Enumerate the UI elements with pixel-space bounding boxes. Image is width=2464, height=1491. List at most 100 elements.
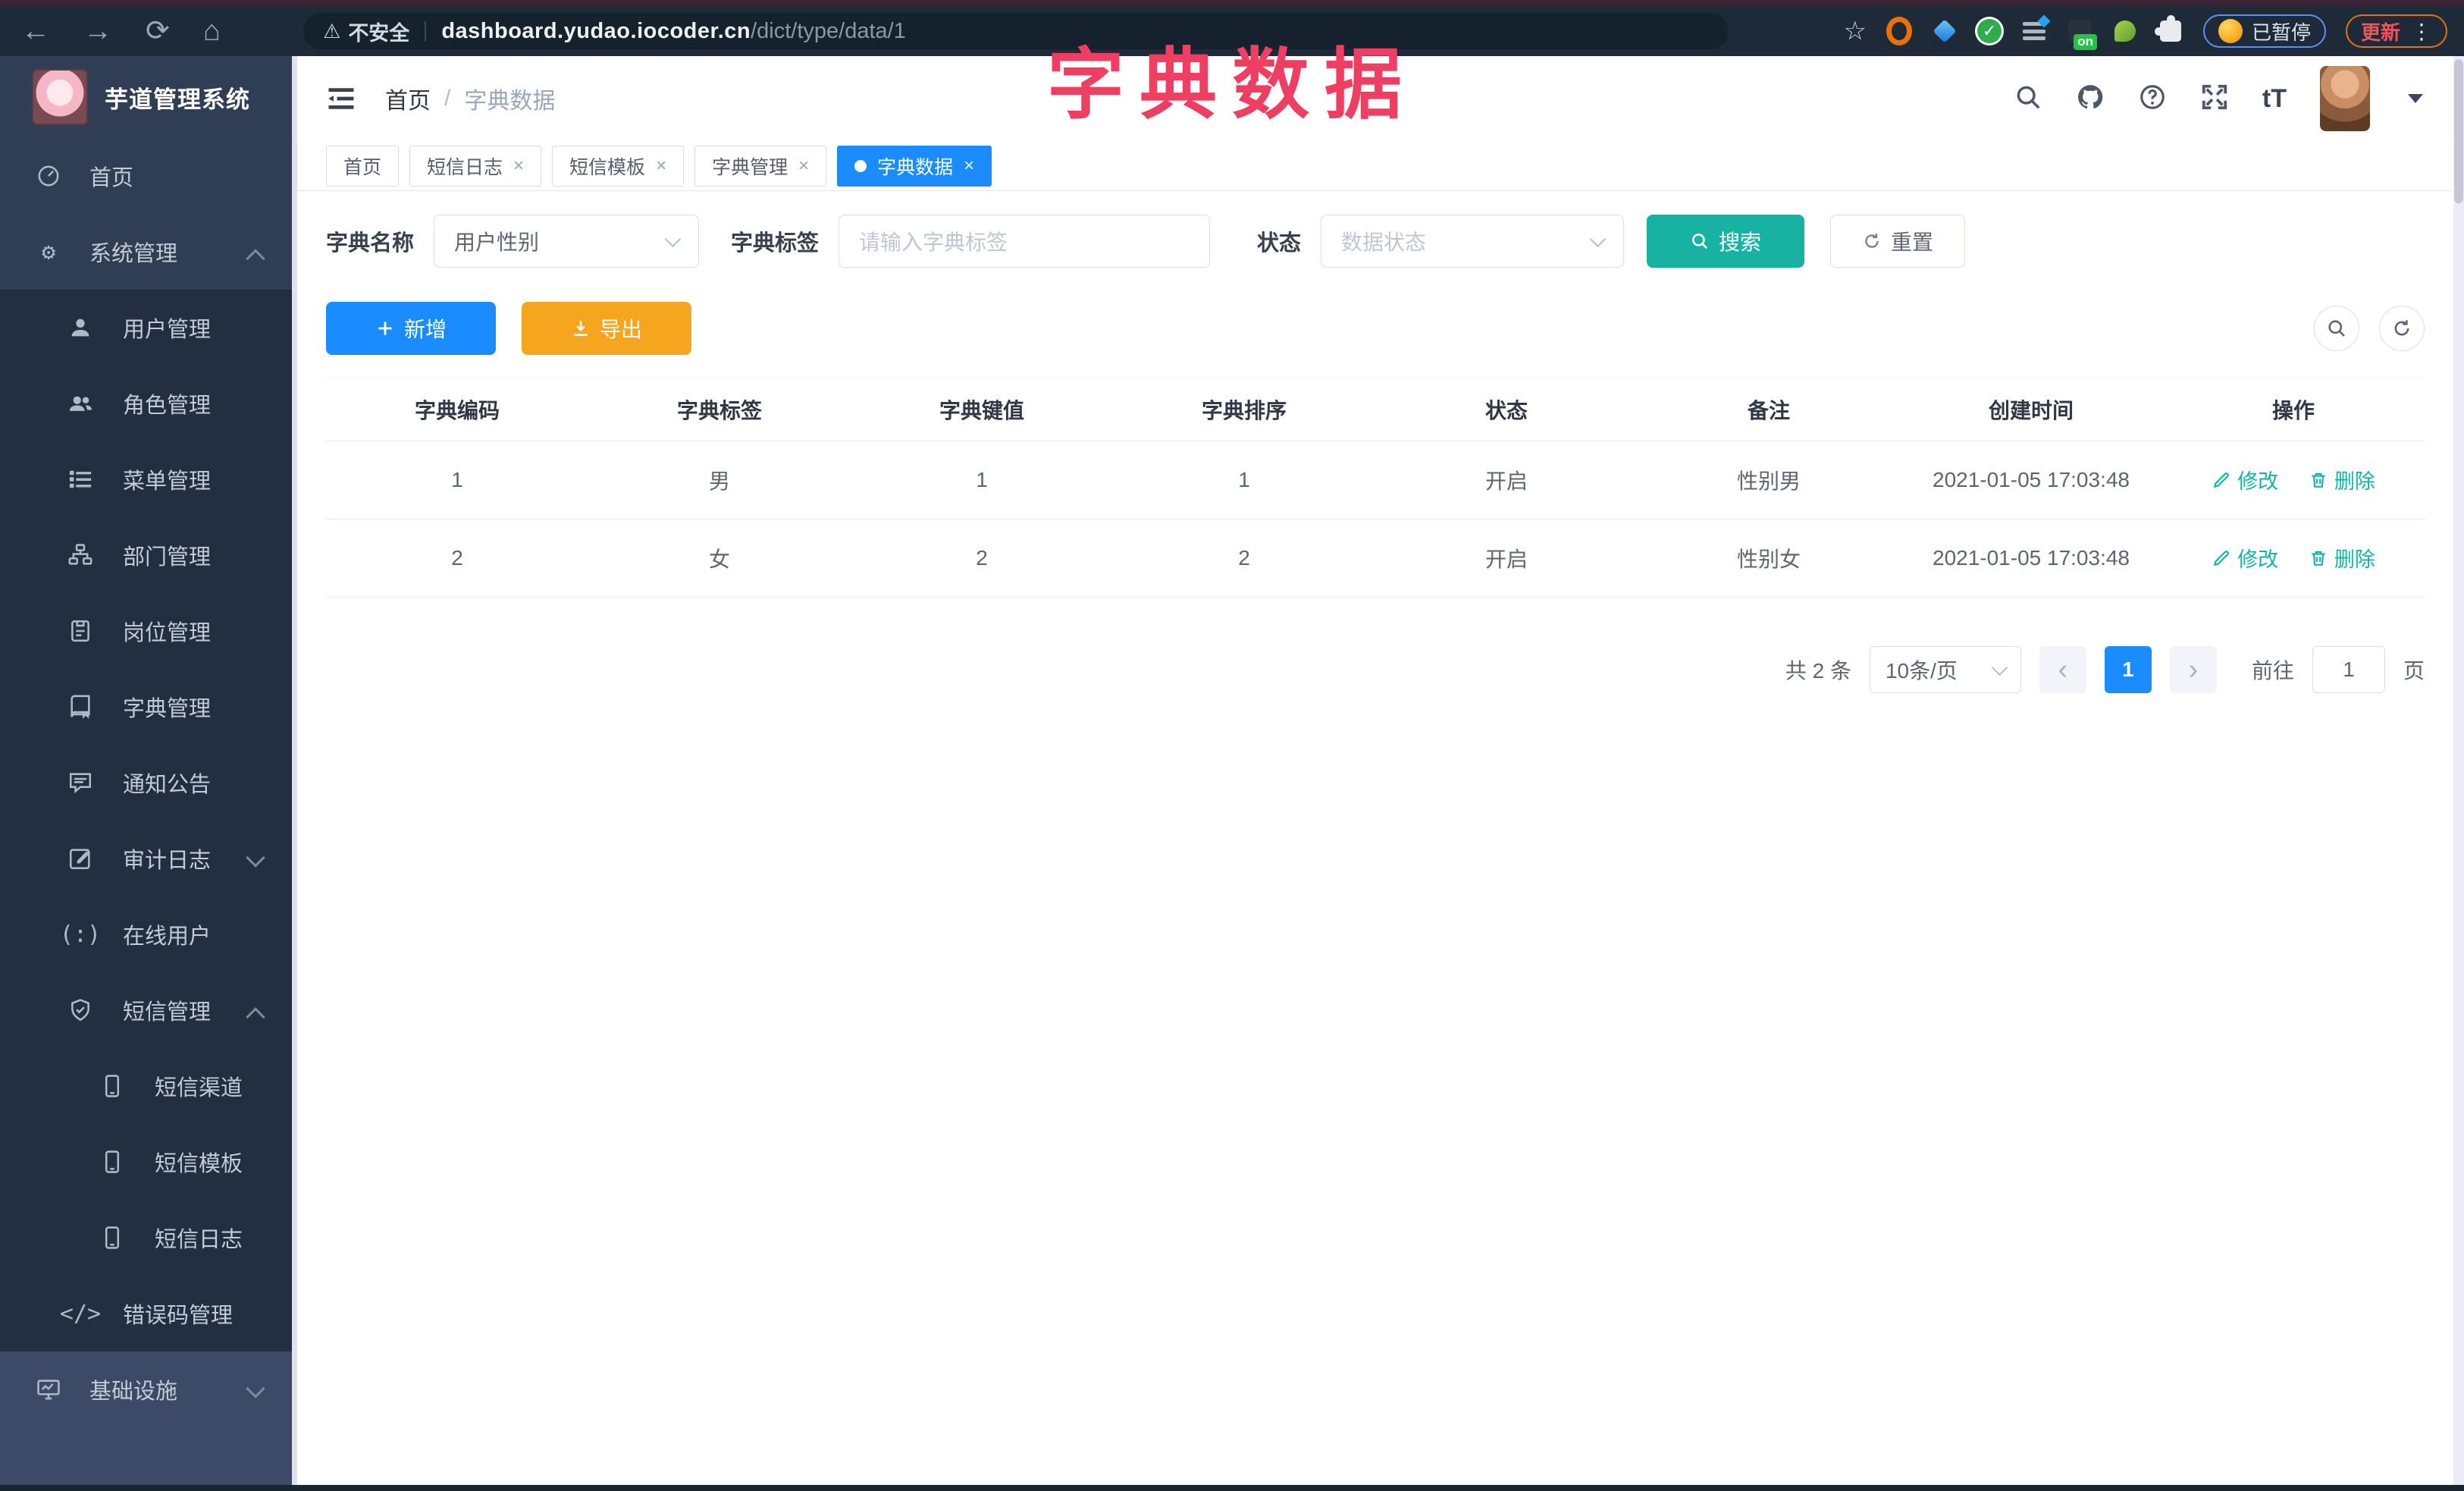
- chrome-update-button[interactable]: 更新 ⋮: [2345, 14, 2447, 48]
- extension-leaf-icon[interactable]: [2112, 18, 2138, 44]
- close-icon[interactable]: ×: [656, 155, 666, 177]
- sidebar-item-home[interactable]: 首页: [0, 138, 297, 214]
- bookmark-star-icon[interactable]: ☆: [1843, 16, 1866, 46]
- refresh-table-button[interactable]: [2379, 306, 2425, 351]
- page-number-button[interactable]: 1: [2104, 646, 2152, 693]
- profile-paused-pill[interactable]: 已暂停: [2202, 14, 2326, 48]
- browser-chrome: ← → ⟳ ⌂ ⚠ 不安全 dashboard.yudao.iocoder.cn…: [0, 6, 2464, 56]
- export-button[interactable]: 导出: [522, 302, 691, 355]
- sidebar-item-system[interactable]: ⚙ 系统管理: [0, 214, 297, 290]
- tab-dict-manage[interactable]: 字典管理 ×: [694, 145, 827, 187]
- download-icon: [574, 321, 588, 336]
- scrollbar-thumb[interactable]: [2454, 59, 2463, 203]
- add-button[interactable]: 新增: [326, 302, 496, 355]
- tab-dict-data[interactable]: 字典数据 ×: [837, 145, 992, 187]
- delete-link[interactable]: 删除: [2309, 543, 2375, 573]
- extension-check-icon[interactable]: ✓: [1977, 19, 2002, 43]
- close-icon[interactable]: ×: [964, 155, 974, 177]
- refresh-icon: [1865, 234, 1879, 248]
- extension-on-badge-icon[interactable]: on: [2067, 18, 2097, 50]
- sidebar-item-notice[interactable]: 通知公告: [0, 745, 297, 821]
- goto-page-input[interactable]: [2312, 646, 2385, 693]
- app-logo-row[interactable]: 芋道管理系统: [0, 56, 297, 138]
- sidebar-item-sms-log[interactable]: 短信日志: [0, 1200, 297, 1276]
- dict-data-table: 字典编码 字典标签 字典键值 字典排序 状态 备注 创建时间 操作 1 男 1 …: [326, 378, 2425, 598]
- sidebar-item-infrastructure[interactable]: 基础设施: [0, 1351, 297, 1427]
- table-row[interactable]: 2 女 2 2 开启 性别女 2021-01-05 17:03:48 修改 删除: [326, 519, 2425, 598]
- omnibox-divider: [425, 21, 427, 41]
- sidebar-item-users[interactable]: 用户管理: [0, 290, 297, 366]
- sidebar-item-error-codes[interactable]: </> 错误码管理: [0, 1276, 297, 1351]
- extension-donut-icon[interactable]: [1886, 17, 1912, 46]
- home-icon[interactable]: ⌂: [203, 17, 221, 46]
- back-icon[interactable]: ←: [21, 17, 50, 46]
- dict-name-select[interactable]: 用户性别: [434, 215, 700, 268]
- chevron-up-icon: [246, 249, 265, 268]
- dict-label-label: 字典标签: [731, 231, 820, 256]
- forward-icon[interactable]: →: [83, 17, 112, 46]
- search-icon: [1692, 234, 1708, 250]
- not-secure-warning-icon: ⚠: [323, 19, 341, 42]
- url-bar[interactable]: ⚠ 不安全 dashboard.yudao.iocoder.cn /dict/t…: [303, 13, 1729, 49]
- help-icon[interactable]: [2138, 83, 2167, 115]
- delete-link[interactable]: 删除: [2309, 465, 2375, 494]
- extension-gem-icon[interactable]: [1932, 18, 1958, 44]
- page-size-select[interactable]: 10条/页: [1869, 646, 2021, 693]
- github-icon[interactable]: [2076, 83, 2105, 115]
- search-icon: [2328, 320, 2345, 337]
- sidebar-item-menus[interactable]: 菜单管理: [0, 441, 297, 517]
- sidebar-toggle-icon[interactable]: [324, 82, 358, 115]
- sidebar-item-roles[interactable]: 角色管理: [0, 366, 297, 441]
- chevron-down-icon: [1589, 231, 1607, 247]
- tab-sms-template[interactable]: 短信模板 ×: [552, 145, 685, 187]
- sidebar-item-posts[interactable]: 岗位管理: [0, 593, 297, 669]
- extensions-puzzle-icon[interactable]: [2154, 15, 2183, 44]
- chrome-menu-dots-icon[interactable]: ⋮: [2411, 19, 2432, 44]
- sidebar-item-dict[interactable]: 字典管理: [0, 669, 297, 745]
- sidebar-scrollbar[interactable]: [292, 56, 297, 1491]
- trash-icon: [2312, 551, 2325, 566]
- avatar-caret-icon[interactable]: [2408, 94, 2423, 103]
- fullscreen-icon[interactable]: [2200, 83, 2229, 115]
- table-row[interactable]: 1 男 1 1 开启 性别男 2021-01-05 17:03:48 修改 删除: [326, 441, 2425, 519]
- tab-sms-log[interactable]: 短信日志 ×: [409, 145, 542, 187]
- status-select[interactable]: 数据状态: [1321, 215, 1625, 268]
- sidebar-item-departments[interactable]: 部门管理: [0, 517, 297, 593]
- dict-label-input[interactable]: 请输入字典标签: [839, 215, 1211, 268]
- next-page-button[interactable]: ›: [2169, 646, 2217, 693]
- header-search-icon[interactable]: [2014, 83, 2042, 115]
- prev-page-button[interactable]: ‹: [2039, 646, 2086, 693]
- col-dict-sort: 字典排序: [1113, 378, 1375, 441]
- sidebar-item-sms-channel[interactable]: 短信渠道: [0, 1048, 297, 1124]
- sidebar-item-audit-log[interactable]: 审计日志: [0, 821, 297, 896]
- tags-view-bar: 首页 短信日志 × 短信模板 × 字典管理 × 字典数据 ×: [297, 141, 2453, 191]
- extension-sliders-icon[interactable]: [2021, 14, 2051, 44]
- chevron-down-icon: [246, 1379, 265, 1398]
- close-icon[interactable]: ×: [513, 155, 524, 177]
- font-size-icon[interactable]: tT: [2262, 84, 2287, 114]
- reset-button[interactable]: 重置: [1830, 215, 1966, 268]
- breadcrumb-home[interactable]: 首页: [385, 82, 431, 115]
- page-scrollbar[interactable]: [2453, 56, 2464, 1491]
- update-label: 更新: [2360, 20, 2400, 44]
- sidebar: 芋道管理系统 首页 ⚙ 系统管理 用户管理 角色管理 菜单管理 部门管理 岗位管…: [0, 56, 297, 1491]
- sidebar-item-online-users[interactable]: (:) 在线用户: [0, 896, 297, 972]
- paused-label: 已暂停: [2251, 20, 2311, 44]
- edit-link[interactable]: 修改: [2212, 465, 2278, 494]
- sidebar-item-sms[interactable]: 短信管理: [0, 972, 297, 1048]
- toggle-search-button[interactable]: [2314, 306, 2359, 351]
- user-avatar[interactable]: [2320, 66, 2370, 131]
- tab-home[interactable]: 首页: [326, 145, 400, 187]
- close-icon[interactable]: ×: [798, 155, 809, 177]
- edit-link[interactable]: 修改: [2212, 543, 2278, 573]
- chevron-down-icon: [664, 231, 682, 247]
- user-icon: [65, 315, 96, 341]
- sidebar-item-sms-template[interactable]: 短信模板: [0, 1124, 297, 1200]
- pagination: 共 2 条 10条/页 ‹ 1 › 前往 页: [326, 646, 2425, 693]
- search-button[interactable]: 搜索: [1647, 215, 1805, 268]
- reload-icon[interactable]: ⟳: [146, 17, 170, 46]
- phone-icon: [97, 1225, 127, 1251]
- edit-icon: [2213, 550, 2229, 566]
- security-label[interactable]: 不安全: [348, 17, 409, 46]
- phone-icon: [97, 1073, 127, 1099]
